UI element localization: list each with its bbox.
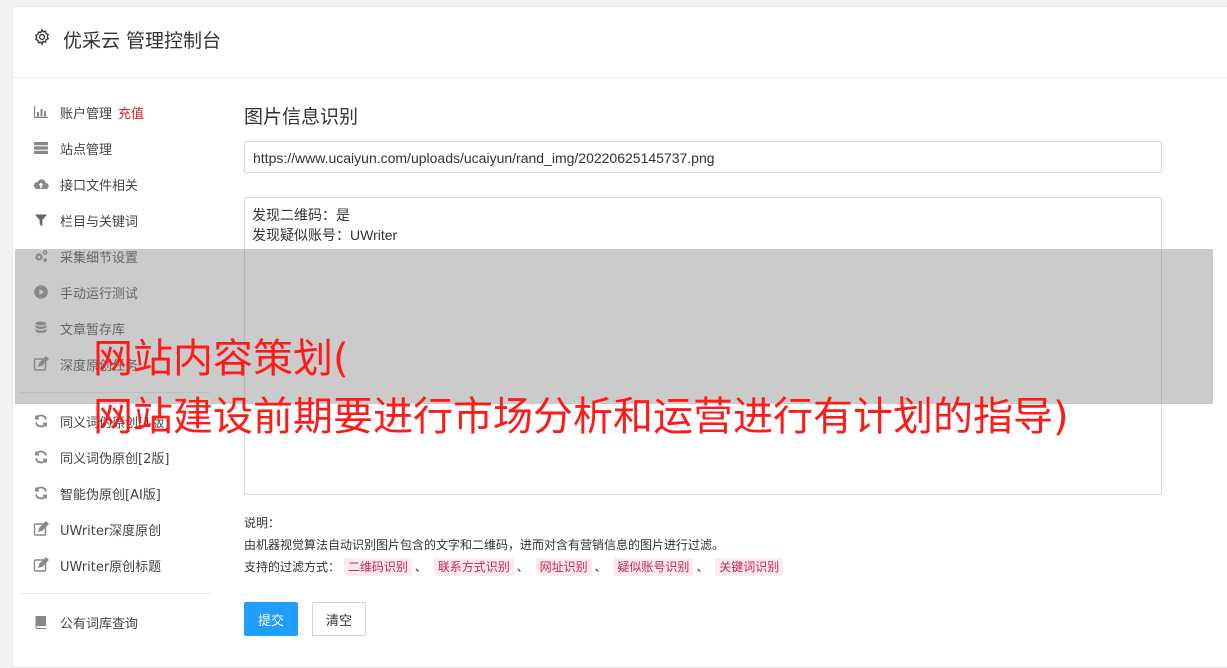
result-line-account: 发现疑似账号：UWriter xyxy=(252,227,398,243)
sidebar-item-label: 栏目与关键词 xyxy=(60,214,139,230)
sidebar-item-sites[interactable]: 站点管理 xyxy=(20,130,210,166)
book-icon xyxy=(32,614,50,630)
separator: 、 xyxy=(414,560,427,574)
main-content: 图片信息识别 https://www.ucaiyun.com/uploads/u… xyxy=(244,95,1164,636)
sidebar-item-label: 智能伪原创[AI版] xyxy=(60,487,161,503)
help-note: 说明： 由机器视觉算法自动识别图片包含的文字和二维码，进而对含有营销信息的图片进… xyxy=(244,512,1144,578)
filter-tag: 联系方式识别 xyxy=(433,558,514,576)
separator: 、 xyxy=(516,560,529,574)
sidebar-item-label: 同义词伪原创[2版] xyxy=(60,451,170,467)
refresh-icon xyxy=(32,449,50,465)
filter-methods: 支持的过滤方式： 二维码识别、 联系方式识别、 网址识别、 疑似账号识别、 关键… xyxy=(244,556,1144,578)
app-title: 优采云 管理控制台 xyxy=(63,30,222,52)
sidebar-item-account[interactable]: 账户管理 充值 xyxy=(20,94,210,130)
edit-icon xyxy=(32,521,50,537)
sidebar-item-columns-keywords[interactable]: 栏目与关键词 xyxy=(20,202,210,238)
clear-button[interactable]: 清空 xyxy=(312,602,367,636)
sidebar-divider xyxy=(20,593,210,594)
sidebar-item-api-files[interactable]: 接口文件相关 xyxy=(20,166,210,202)
separator: 、 xyxy=(594,560,607,574)
result-line-qrcode: 发现二维码：是 xyxy=(252,207,350,223)
gear-icon xyxy=(34,28,50,46)
filter-label: 支持的过滤方式： xyxy=(244,560,341,574)
filter-tag: 疑似账号识别 xyxy=(613,558,694,576)
sidebar-item-public-lexicon[interactable]: 公有词库查询 xyxy=(20,604,210,640)
sidebar-item-label: 账户管理 xyxy=(60,106,113,122)
note-description: 由机器视觉算法自动识别图片包含的文字和二维码，进而对含有营销信息的图片进行过滤。 xyxy=(244,538,725,552)
bar-chart-icon xyxy=(32,104,50,120)
sidebar-item-label: 公有词库查询 xyxy=(60,616,139,632)
refresh-icon xyxy=(32,485,50,501)
cloud-upload-icon xyxy=(32,176,50,192)
overlay-line-1: 网站内容策划( xyxy=(93,336,349,382)
overlay-caption: 网站内容策划( 网站建设前期要进行市场分析和运营进行有计划的指导) xyxy=(93,330,1213,446)
sidebar-item-label: 接口文件相关 xyxy=(60,178,139,194)
header-bar: 优采云 管理控制台 xyxy=(13,7,1227,78)
recharge-link[interactable]: 充值 xyxy=(118,103,144,122)
filter-tag: 二维码识别 xyxy=(343,558,412,576)
refresh-icon xyxy=(32,413,50,429)
separator: 、 xyxy=(696,560,709,574)
overlay-line-2: 网站建设前期要进行市场分析和运营进行有计划的指导) xyxy=(93,394,1069,440)
section-title: 图片信息识别 xyxy=(244,106,359,128)
sidebar-item-uwriter-original[interactable]: UWriter深度原创 xyxy=(20,511,210,547)
sidebar-item-label: 站点管理 xyxy=(60,142,113,158)
sidebar-item-uwriter-title[interactable]: UWriter原创标题 xyxy=(20,547,210,583)
filter-tag: 网址识别 xyxy=(535,558,592,576)
filter-tag: 关键词识别 xyxy=(715,558,784,576)
image-url-input[interactable]: https://www.ucaiyun.com/uploads/ucaiyun/… xyxy=(244,141,1162,173)
action-buttons: 提交 清空 xyxy=(244,602,380,636)
server-icon xyxy=(32,140,50,156)
sidebar-item-ai-rewrite[interactable]: 智能伪原创[AI版] xyxy=(20,475,210,511)
sidebar-item-label: UWriter原创标题 xyxy=(60,559,162,575)
edit-icon xyxy=(32,557,50,573)
note-title: 说明： xyxy=(244,516,281,530)
sidebar-item-label: UWriter深度原创 xyxy=(60,523,162,539)
filter-icon xyxy=(32,212,50,228)
submit-button[interactable]: 提交 xyxy=(244,602,299,636)
